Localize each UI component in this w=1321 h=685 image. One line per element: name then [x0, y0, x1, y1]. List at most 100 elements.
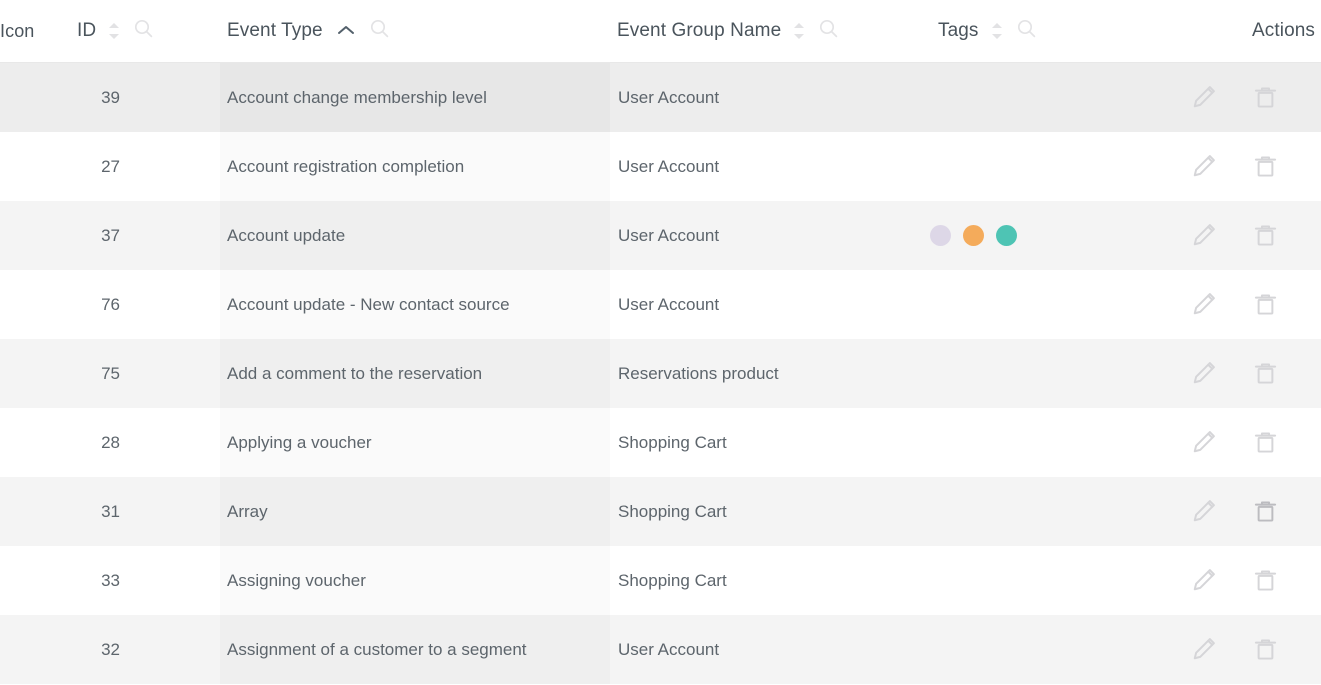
- cell-tags: [930, 132, 1180, 201]
- table-row[interactable]: 37Account updateUser Account: [0, 201, 1321, 270]
- cell-event-type: Account update - New contact source: [227, 270, 610, 339]
- cell-actions: [1190, 408, 1321, 477]
- edit-row-button[interactable]: [1190, 361, 1216, 387]
- table-row[interactable]: 32 Assignment of a customer to a segmentU…: [0, 615, 1321, 684]
- cell-event-type: Assignment of a customer to a segment: [227, 615, 610, 684]
- cell-event-type: Account change membership level: [227, 63, 610, 132]
- sort-updown-icon[interactable]: [109, 23, 120, 39]
- tag-dot[interactable]: [930, 225, 951, 246]
- cell-id: 32: [60, 615, 120, 684]
- cell-tags: [930, 270, 1180, 339]
- edit-row-button[interactable]: [1190, 568, 1216, 594]
- edit-row-button[interactable]: [1190, 223, 1216, 249]
- edit-row-button[interactable]: [1190, 637, 1216, 663]
- tag-dot-list: [930, 225, 1017, 246]
- cell-event-type: Account update: [227, 201, 610, 270]
- row-action-buttons: [1190, 568, 1278, 594]
- table-row[interactable]: 28Applying a voucherShopping Cart: [0, 408, 1321, 477]
- delete-row-button[interactable]: [1252, 568, 1278, 594]
- edit-row-button[interactable]: [1190, 154, 1216, 180]
- cell-id: 76: [60, 270, 120, 339]
- cell-event-type: Array: [227, 477, 610, 546]
- table-row[interactable]: 39 Account change membership levelUser Ac…: [0, 63, 1321, 132]
- search-icon[interactable]: [370, 19, 389, 43]
- table-row[interactable]: 27 Account registration completionUser Ac…: [0, 132, 1321, 201]
- table-row[interactable]: 31 ArrayShopping Cart: [0, 477, 1321, 546]
- cell-tags: [930, 339, 1180, 408]
- column-header-tags[interactable]: Tags: [938, 0, 1036, 62]
- cell-id: 31: [60, 477, 120, 546]
- cell-event-group-name: User Account: [618, 132, 918, 201]
- column-header-group[interactable]: Event Group Name: [617, 0, 838, 62]
- event-types-table: Icon ID Event Type Event Group Name Tags Acti…: [0, 0, 1321, 685]
- cell-event-group-name: User Account: [618, 201, 918, 270]
- search-icon[interactable]: [1017, 19, 1036, 43]
- cell-event-group-name: Shopping Cart: [618, 477, 918, 546]
- column-header-actions[interactable]: Actions: [1252, 0, 1315, 62]
- edit-row-button[interactable]: [1190, 292, 1216, 318]
- column-header-tools: [336, 19, 389, 43]
- table-row[interactable]: 75Add a comment to the reservationReserv…: [0, 339, 1321, 408]
- tag-dot[interactable]: [996, 225, 1017, 246]
- cell-event-type: Account registration completion: [227, 132, 610, 201]
- delete-row-button[interactable]: [1252, 292, 1278, 318]
- cell-event-group-name: Reservations product: [618, 339, 918, 408]
- cell-tags: [930, 63, 1180, 132]
- edit-row-button[interactable]: [1190, 430, 1216, 456]
- delete-row-button[interactable]: [1252, 430, 1278, 456]
- cell-actions: [1190, 132, 1321, 201]
- cell-actions: [1190, 477, 1321, 546]
- column-header-icon[interactable]: Icon: [0, 0, 34, 62]
- column-header-tools: [992, 19, 1036, 43]
- column-header-id[interactable]: ID: [77, 0, 153, 62]
- cell-tags: [930, 477, 1180, 546]
- row-action-buttons: [1190, 223, 1278, 249]
- sort-ascending-icon[interactable]: [336, 23, 356, 39]
- cell-event-group-name: User Account: [618, 63, 918, 132]
- cell-tags: [930, 408, 1180, 477]
- cell-tags: [930, 615, 1180, 684]
- cell-actions: [1190, 615, 1321, 684]
- row-action-buttons: [1190, 637, 1278, 663]
- column-header-label: Actions: [1252, 20, 1315, 42]
- row-action-buttons: [1190, 499, 1278, 525]
- cell-event-type: Applying a voucher: [227, 408, 610, 477]
- search-icon[interactable]: [134, 19, 153, 43]
- delete-row-button[interactable]: [1252, 85, 1278, 111]
- row-action-buttons: [1190, 361, 1278, 387]
- table-row[interactable]: 33Assigning voucherShopping Cart: [0, 546, 1321, 615]
- cell-id: 39: [60, 63, 120, 132]
- cell-event-group-name: User Account: [618, 615, 918, 684]
- delete-row-button[interactable]: [1252, 637, 1278, 663]
- delete-row-button[interactable]: [1252, 361, 1278, 387]
- row-action-buttons: [1190, 292, 1278, 318]
- cell-actions: [1190, 201, 1321, 270]
- delete-row-button[interactable]: [1252, 154, 1278, 180]
- cell-event-type: Assigning voucher: [227, 546, 610, 615]
- cell-actions: [1190, 270, 1321, 339]
- search-icon[interactable]: [819, 19, 838, 43]
- row-action-buttons: [1190, 430, 1278, 456]
- column-header-label: Tags: [938, 20, 979, 42]
- edit-row-button[interactable]: [1190, 499, 1216, 525]
- cell-tags: [930, 546, 1180, 615]
- sort-updown-icon[interactable]: [992, 23, 1003, 39]
- cell-tags: [930, 201, 1180, 270]
- cell-actions: [1190, 546, 1321, 615]
- column-header-label: Event Group Name: [617, 20, 781, 42]
- edit-row-button[interactable]: [1190, 85, 1216, 111]
- tag-dot[interactable]: [963, 225, 984, 246]
- column-header-label: Icon: [0, 21, 34, 42]
- column-header-type[interactable]: Event Type: [227, 0, 389, 62]
- cell-actions: [1190, 63, 1321, 132]
- cell-id: 33: [60, 546, 120, 615]
- cell-id: 75: [60, 339, 120, 408]
- sort-updown-icon[interactable]: [794, 23, 805, 39]
- delete-row-button[interactable]: [1252, 499, 1278, 525]
- cell-actions: [1190, 339, 1321, 408]
- cell-id: 27: [60, 132, 120, 201]
- table-row[interactable]: 76 Account update - New contact sourceUse…: [0, 270, 1321, 339]
- cell-event-group-name: User Account: [618, 270, 918, 339]
- delete-row-button[interactable]: [1252, 223, 1278, 249]
- column-header-label: ID: [77, 20, 96, 42]
